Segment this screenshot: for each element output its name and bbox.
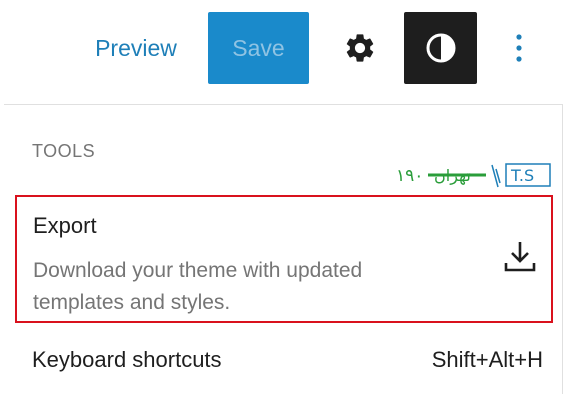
keyboard-shortcuts-label: Keyboard shortcuts (32, 347, 222, 372)
svg-text:تهران: تهران (434, 166, 471, 186)
gear-icon (346, 34, 374, 62)
keyboard-shortcut-hint: Shift+Alt+H (431, 347, 543, 372)
export-description: Download your theme with updated templat… (33, 259, 363, 314)
download-icon (504, 242, 536, 272)
watermark-logo: ۱۹۰ تهران T.S (396, 163, 551, 188)
preview-button[interactable]: Preview (80, 12, 192, 84)
menu-item-keyboard-shortcuts[interactable]: Keyboard shortcuts Shift+Alt+H (15, 335, 553, 383)
editor-toolbar: Preview Save (0, 0, 572, 104)
contrast-icon (426, 33, 455, 63)
menu-item-export[interactable]: Export Download your theme with updated … (15, 195, 553, 323)
more-options-button[interactable] (504, 22, 534, 74)
export-label: Export (33, 213, 97, 238)
styles-button[interactable] (404, 12, 477, 84)
settings-button[interactable] (336, 22, 384, 74)
svg-text:۱۹۰: ۱۹۰ (396, 166, 423, 186)
options-dropdown: TOOLS ۱۹۰ تهران T.S Export Download your… (4, 104, 563, 394)
save-button[interactable]: Save (208, 12, 309, 84)
svg-text:T.S: T.S (510, 166, 534, 185)
editor-screen: Preview Save TOOLS ۱۹۰ تهران T.S Export … (0, 0, 572, 394)
section-title: TOOLS (32, 141, 96, 161)
more-vertical-icon (516, 34, 522, 62)
